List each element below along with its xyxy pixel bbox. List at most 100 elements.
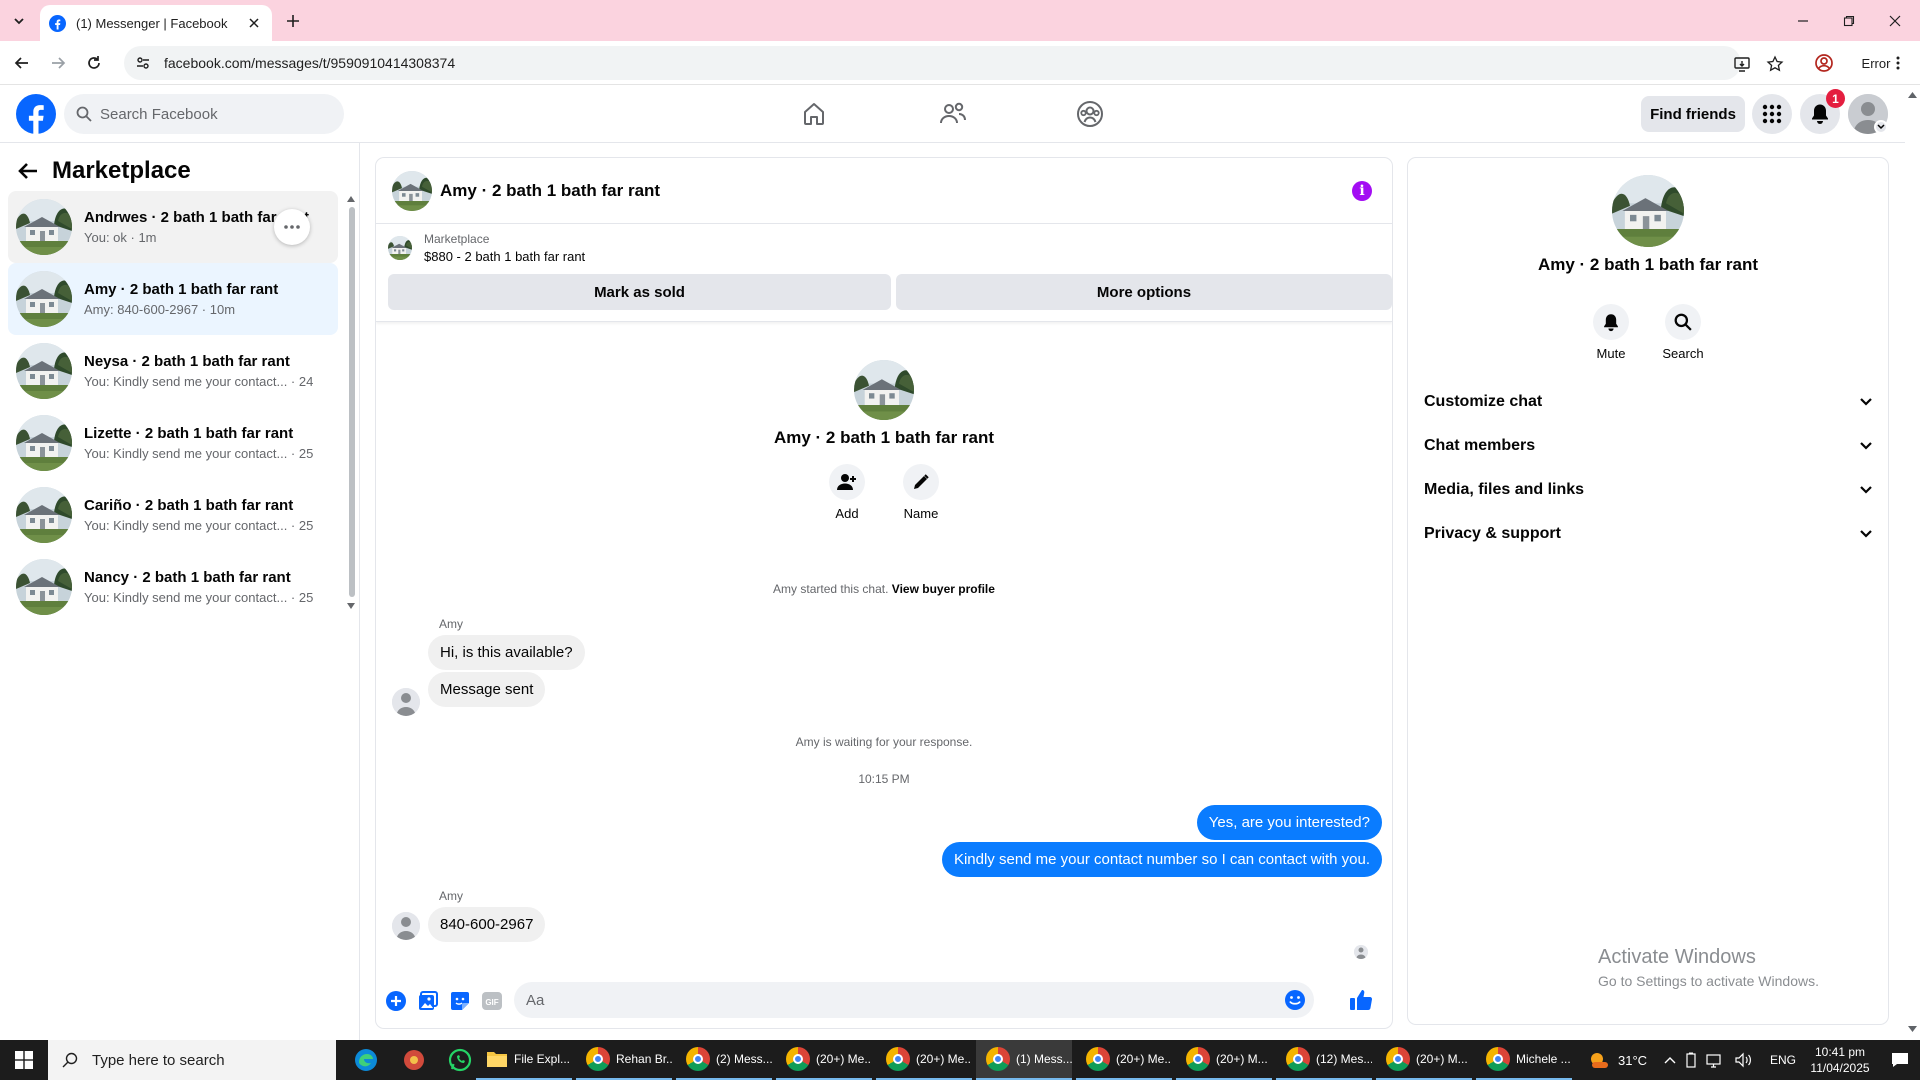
chat-item-carino[interactable]: Cariño · 2 bath 1 bath far rant You: Kin… [8, 479, 338, 551]
taskbar-chrome-window[interactable]: (20+) Me... [776, 1040, 872, 1080]
taskbar-chrome-window[interactable]: Rehan Br... [576, 1040, 672, 1080]
scroll-down-arrow-icon[interactable] [347, 603, 355, 609]
sender-avatar[interactable] [392, 912, 420, 940]
incoming-message[interactable]: Hi, is this available? [428, 635, 585, 670]
search-in-chat-button[interactable]: Search [1653, 304, 1713, 361]
scroll-down-arrow-icon[interactable] [1908, 1026, 1917, 1032]
conversation-info-button[interactable]: i [1352, 181, 1372, 201]
chrome-profile-button[interactable] [1812, 51, 1836, 75]
sender-avatar[interactable] [392, 688, 420, 716]
taskbar-app-label: (20+) M... [1216, 1052, 1268, 1066]
battery-icon[interactable] [1686, 1052, 1696, 1068]
nav-groups[interactable] [1074, 98, 1106, 130]
site-info-button[interactable] [126, 46, 160, 80]
chat-more-button[interactable] [274, 209, 310, 245]
taskbar-chrome-window[interactable]: (20+) M... [1376, 1040, 1472, 1080]
nav-friends[interactable] [937, 98, 969, 130]
conversation-title[interactable]: Amy · 2 bath 1 bath far rant [440, 181, 660, 201]
chevron-down-icon [1877, 124, 1885, 130]
chat-item-nancy[interactable]: Nancy · 2 bath 1 bath far rant You: Kind… [8, 551, 338, 623]
listing-info[interactable]: Marketplace $880 - 2 bath 1 bath far ran… [388, 232, 585, 264]
taskbar-edge[interactable] [342, 1040, 390, 1080]
facebook-logo-icon[interactable] [16, 94, 56, 134]
volume-icon[interactable] [1734, 1052, 1752, 1068]
restore-button[interactable] [1826, 0, 1872, 41]
scroll-up-arrow-icon[interactable] [347, 196, 355, 202]
taskbar-chrome-window-active[interactable]: (1) Mess... [976, 1040, 1072, 1080]
menu-button[interactable] [1752, 94, 1792, 134]
view-buyer-profile-link[interactable]: View buyer profile [892, 582, 995, 596]
gif-button[interactable]: GIF [480, 989, 504, 1013]
taskbar-app-generic[interactable] [390, 1040, 438, 1080]
emoji-icon[interactable] [1284, 989, 1306, 1011]
chat-list-scrollbar[interactable] [346, 193, 356, 613]
bookmark-button[interactable] [1764, 53, 1786, 75]
taskbar-clock[interactable]: 10:41 pm 11/04/2025 [1800, 1044, 1880, 1076]
forward-button[interactable] [44, 49, 72, 77]
chat-item-neysa[interactable]: Neysa · 2 bath 1 bath far rant You: Kind… [8, 335, 338, 407]
section-label: Privacy & support [1424, 525, 1561, 542]
taskbar-search[interactable]: Type here to search [48, 1040, 336, 1080]
taskbar-chrome-window[interactable]: Michele ... [1476, 1040, 1572, 1080]
facebook-search-input[interactable] [100, 105, 320, 123]
edit-name-button[interactable]: Name [902, 464, 940, 521]
scroll-up-arrow-icon[interactable] [1908, 92, 1917, 98]
listing-thumbnail [16, 271, 72, 327]
start-button[interactable] [0, 1040, 48, 1080]
tab-search-button[interactable] [8, 10, 30, 32]
browser-tab-active[interactable]: (1) Messenger | Facebook [40, 5, 272, 41]
taskbar-chrome-window[interactable]: (2) Mess... [676, 1040, 772, 1080]
address-bar[interactable]: facebook.com/messages/t/9590910414308374 [124, 46, 1784, 80]
account-caret[interactable] [1874, 120, 1888, 134]
taskbar-chrome-window[interactable]: (20+) M... [1176, 1040, 1272, 1080]
add-people-button[interactable]: Add [828, 464, 866, 521]
sticker-button[interactable] [448, 989, 472, 1013]
mark-as-sold-button[interactable]: Mark as sold [388, 274, 891, 310]
profile-error-button[interactable]: Error [1848, 48, 1914, 78]
chat-item-amy[interactable]: Amy · 2 bath 1 bath far rant Amy: 840-60… [8, 263, 338, 335]
chrome-icon [686, 1047, 710, 1071]
find-friends-button[interactable]: Find friends [1641, 96, 1745, 132]
chat-item-andrwes[interactable]: Andrwes · 2 bath 1 bath far rant You: ok… [8, 191, 338, 263]
language-indicator[interactable]: ENG [1770, 1053, 1796, 1067]
weather-widget[interactable]: 31°C [1588, 1040, 1647, 1080]
message-input-container[interactable] [514, 982, 1314, 1018]
chat-item-lizette[interactable]: Lizette · 2 bath 1 bath far rant You: Ki… [8, 407, 338, 479]
incoming-message[interactable]: Message sent [428, 672, 546, 707]
incoming-message[interactable]: 840-600-2967 [428, 907, 546, 942]
outgoing-message[interactable]: Yes, are you interested? [1196, 805, 1382, 840]
section-privacy-support[interactable]: Privacy & support [1416, 512, 1880, 556]
network-icon[interactable] [1706, 1052, 1724, 1068]
back-button[interactable] [8, 49, 36, 77]
conversation-thumbnail[interactable] [392, 171, 432, 211]
reload-button[interactable] [80, 49, 108, 77]
chat-item-preview: You: Kindly send me your contact... · 25… [84, 518, 314, 533]
message-input[interactable] [526, 991, 1256, 1009]
tab-close-button[interactable] [246, 15, 262, 31]
back-arrow-icon[interactable] [18, 162, 38, 180]
minimize-button[interactable] [1780, 0, 1826, 41]
section-customize-chat[interactable]: Customize chat [1416, 380, 1880, 424]
taskbar-file-explorer[interactable]: File Expl... [476, 1040, 572, 1080]
install-app-button[interactable] [1731, 53, 1753, 75]
like-button[interactable] [1348, 987, 1374, 1013]
taskbar-chrome-window[interactable]: (12) Mes... [1276, 1040, 1372, 1080]
close-window-button[interactable] [1872, 0, 1918, 41]
action-center-button[interactable] [1880, 1040, 1920, 1080]
section-chat-members[interactable]: Chat members [1416, 424, 1880, 468]
new-tab-button[interactable] [282, 10, 304, 32]
outgoing-message[interactable]: Kindly send me your contact number so I … [941, 842, 1382, 877]
section-media-files-links[interactable]: Media, files and links [1416, 468, 1880, 512]
facebook-search[interactable] [64, 94, 344, 134]
attach-photo-button[interactable] [416, 989, 440, 1013]
taskbar-chrome-window[interactable]: (20+) Me... [1076, 1040, 1172, 1080]
mute-button[interactable]: Mute [1581, 304, 1641, 361]
nav-home[interactable] [798, 98, 830, 130]
page-scrollbar[interactable] [1905, 86, 1920, 1040]
more-options-button[interactable]: More options [896, 274, 1392, 310]
chat-list-scroll-thumb[interactable] [349, 207, 355, 597]
close-icon [1889, 15, 1901, 26]
taskbar-chrome-window[interactable]: (20+) Me... [876, 1040, 972, 1080]
more-actions-button[interactable] [384, 989, 408, 1013]
chevron-up-icon[interactable] [1664, 1056, 1676, 1064]
